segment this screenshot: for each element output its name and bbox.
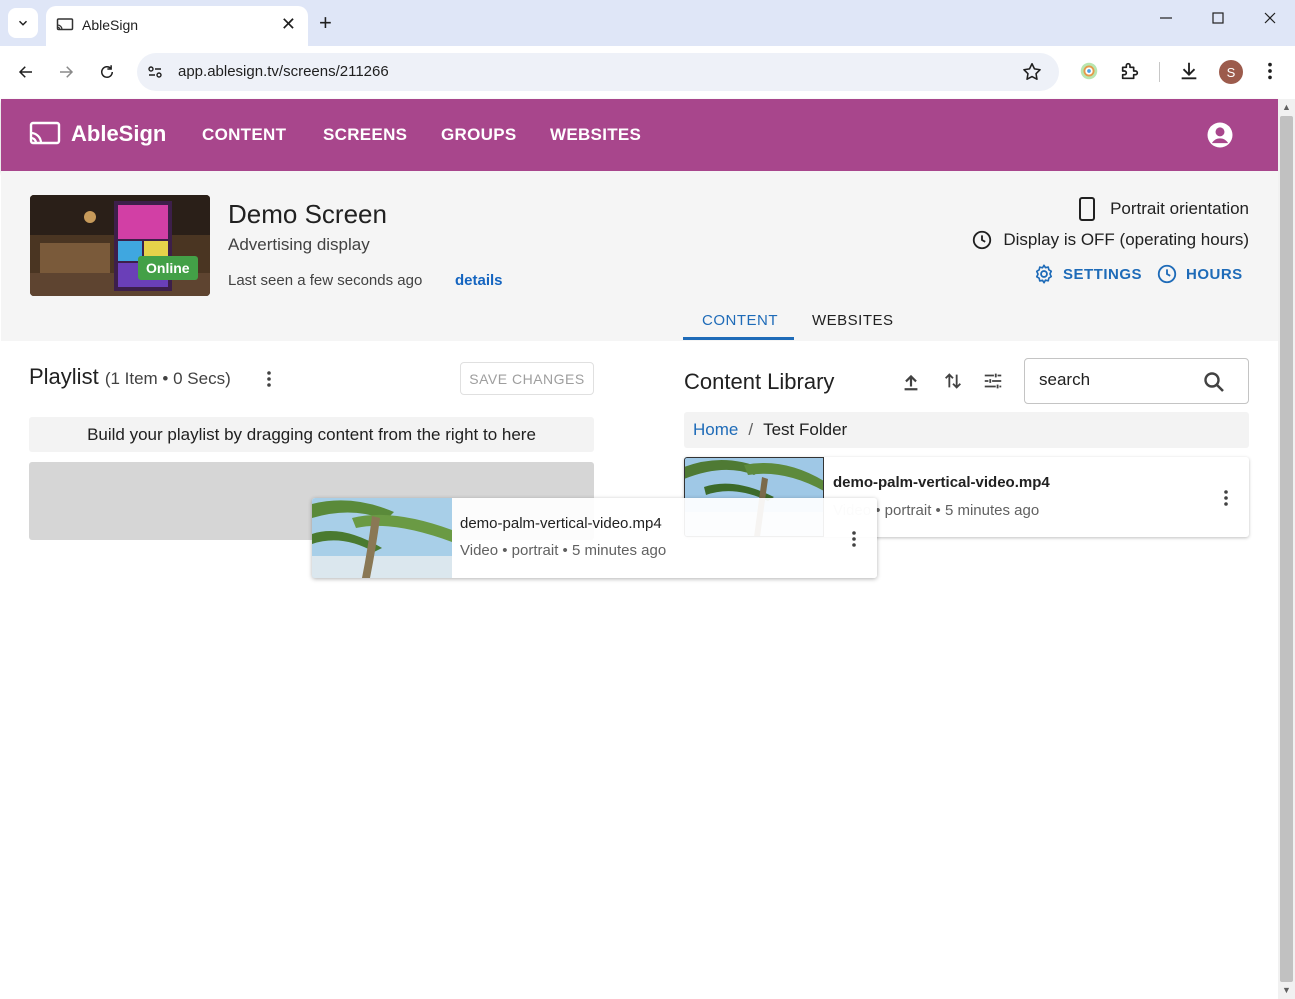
nav-websites[interactable]: WEBSITES (550, 125, 641, 145)
gear-icon (1035, 264, 1053, 284)
new-tab-button[interactable]: + (319, 10, 332, 36)
scroll-down-icon[interactable]: ▼ (1282, 985, 1291, 995)
toolbar-divider (1159, 62, 1160, 82)
screen-info-panel: Online Demo Screen Advertising display L… (1, 171, 1278, 341)
tab-title: AbleSign (82, 17, 139, 33)
minimize-icon (1160, 17, 1172, 19)
display-status-info: Display is OFF (operating hours) (971, 229, 1249, 251)
tab-websites[interactable]: WEBSITES (812, 312, 894, 329)
hours-label: HOURS (1186, 265, 1243, 283)
nav-screens[interactable]: SCREENS (323, 125, 407, 145)
bookmark-star-icon[interactable] (1021, 61, 1043, 83)
playlist-heading: Playlist (1 Item • 0 Secs) (29, 364, 231, 390)
display-status-text: Display is OFF (operating hours) (1003, 230, 1249, 249)
screen-photo-image (30, 195, 210, 296)
item-more-icon[interactable] (1219, 488, 1233, 508)
forward-button[interactable] (54, 60, 78, 84)
screen-title: Demo Screen (228, 199, 387, 229)
brand-name: AbleSign (71, 121, 167, 146)
portrait-phone-icon (1079, 197, 1096, 221)
chevron-down-icon (18, 20, 28, 26)
clock-icon (973, 230, 992, 250)
extensions-puzzle-icon[interactable] (1119, 60, 1141, 82)
item-more-icon[interactable] (847, 529, 861, 549)
tab-search-button[interactable] (8, 8, 38, 38)
orientation-info: Portrait orientation (1076, 196, 1249, 222)
breadcrumb: Home / Test Folder (684, 412, 1249, 448)
search-icon[interactable] (1202, 370, 1226, 394)
clock-icon (1157, 264, 1177, 284)
video-thumbnail (312, 498, 452, 578)
playlist-meta: (1 Item • 0 Secs) (104, 369, 231, 388)
active-tab-indicator (683, 337, 794, 340)
back-button[interactable] (14, 60, 38, 84)
playlist-title: Playlist (29, 364, 99, 389)
save-changes-button[interactable]: SAVE CHANGES (460, 362, 594, 395)
hours-button[interactable]: HOURS (1156, 263, 1243, 285)
item-details: • portrait • 5 minutes ago (875, 502, 1040, 519)
nav-content[interactable]: CONTENT (202, 125, 286, 145)
dragging-item-meta: Video • portrait • 5 minutes ago (460, 542, 667, 559)
browser-tab-ablesign[interactable]: AbleSign ✕ (46, 6, 308, 46)
breadcrumb-separator: / (748, 420, 754, 439)
library-title: Content Library (684, 369, 835, 394)
playlist-more-icon[interactable] (262, 369, 276, 389)
arrow-left-icon (18, 66, 32, 78)
close-window-button[interactable] (1262, 10, 1278, 31)
minimize-window-button[interactable] (1158, 10, 1174, 31)
scrollbar-thumb[interactable] (1280, 116, 1293, 982)
more-vertical-icon[interactable] (1260, 60, 1280, 82)
page-scrollbar[interactable]: ▲ ▼ (1278, 99, 1295, 999)
browser-toolbar: app.ablesign.tv/screens/211266 S (0, 46, 1295, 99)
reload-button[interactable] (95, 60, 119, 84)
app-header: AbleSign CONTENT SCREENS GROUPS WEBSITES (1, 99, 1278, 171)
dragging-item-name: demo-palm-vertical-video.mp4 (460, 515, 662, 532)
arrow-right-icon (60, 66, 74, 78)
playlist-hint: Build your playlist by dragging content … (29, 417, 594, 452)
site-settings-icon[interactable] (147, 64, 163, 80)
screen-subtitle: Advertising display (228, 235, 370, 254)
breadcrumb-home[interactable]: Home (693, 420, 738, 440)
dragging-item[interactable]: demo-palm-vertical-video.mp4 Video • por… (312, 498, 877, 578)
extension-color-icon[interactable] (1078, 60, 1100, 82)
profile-avatar[interactable]: S (1219, 60, 1243, 84)
close-tab-icon[interactable]: ✕ (281, 14, 296, 35)
scroll-up-icon[interactable]: ▲ (1282, 102, 1291, 112)
browser-tab-strip: AbleSign ✕ + (0, 0, 1295, 46)
maximize-window-button[interactable] (1210, 10, 1226, 31)
orientation-text: Portrait orientation (1110, 199, 1249, 218)
sort-icon[interactable] (942, 370, 964, 392)
address-bar[interactable]: app.ablesign.tv/screens/211266 (137, 53, 1059, 91)
status-badge: Online (138, 256, 198, 280)
settings-label: SETTINGS (1063, 265, 1143, 283)
download-icon[interactable] (1178, 60, 1200, 82)
filter-sliders-icon[interactable] (982, 370, 1004, 392)
search-input[interactable] (1039, 370, 1189, 390)
settings-button[interactable]: SETTINGS (1033, 263, 1142, 285)
palm-tree-image (312, 498, 452, 578)
upload-icon[interactable] (900, 370, 922, 392)
breadcrumb-current: Test Folder (763, 420, 848, 439)
library-search (1024, 358, 1249, 404)
brand-logo[interactable]: AbleSign (29, 121, 166, 147)
url-text: app.ablesign.tv/screens/211266 (178, 63, 389, 80)
maximize-icon (1212, 12, 1224, 24)
last-seen-text: Last seen a few seconds ago (228, 272, 423, 289)
cast-screen-icon (56, 18, 74, 31)
screen-thumbnail: Online (30, 195, 210, 296)
nav-groups[interactable]: GROUPS (441, 125, 516, 145)
details-link[interactable]: details (455, 272, 503, 289)
cast-screen-icon (29, 121, 61, 145)
reload-icon (101, 65, 113, 78)
account-circle-icon[interactable] (1205, 120, 1235, 150)
close-icon (1264, 12, 1276, 24)
tab-content[interactable]: CONTENT (702, 312, 778, 329)
item-name: demo-palm-vertical-video.mp4 (833, 474, 1050, 491)
